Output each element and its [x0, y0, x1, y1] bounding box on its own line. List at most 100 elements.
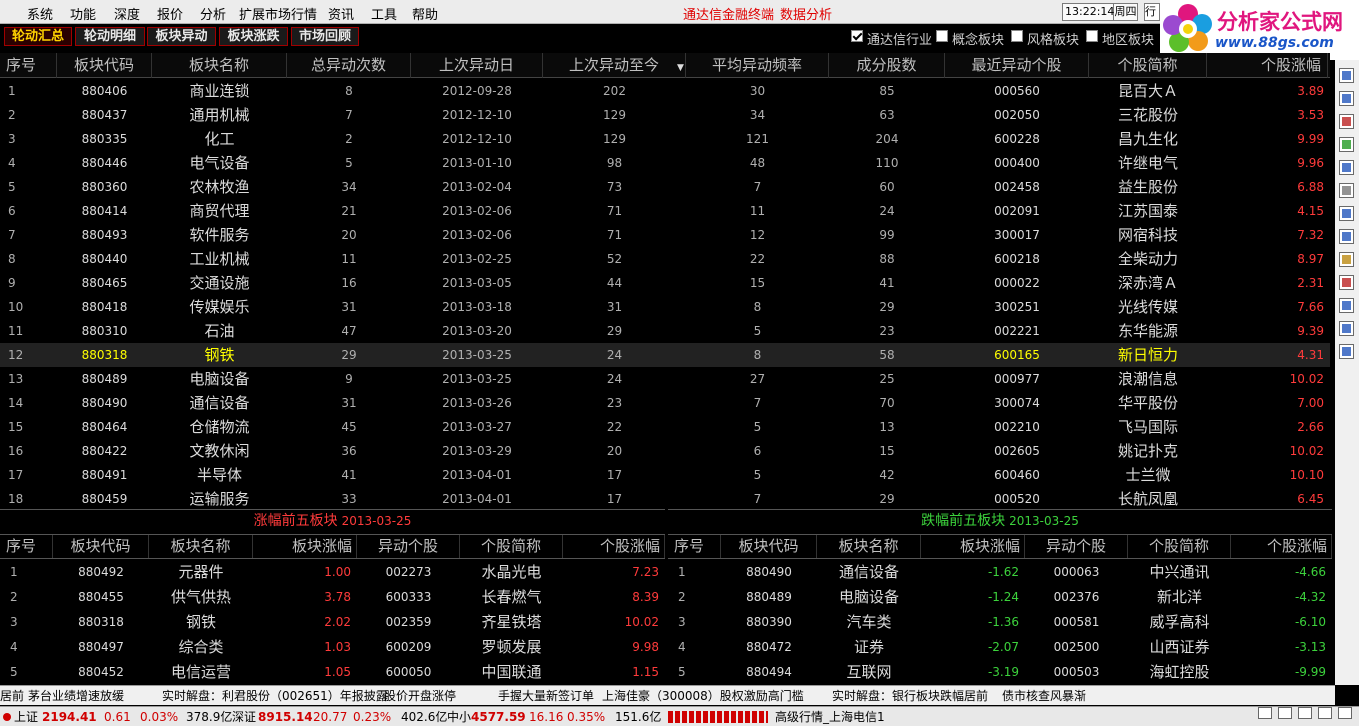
column-header-9[interactable]: 个股简称	[1089, 53, 1207, 78]
window-icon[interactable]	[1338, 707, 1352, 719]
column-header-0[interactable]: 序号	[0, 53, 57, 78]
table-row[interactable]: 17 880491 半导体 41 2013-04-01 17 5 42 600460 士兰微 10.…	[0, 463, 1330, 487]
down_panel-column-header-0[interactable]: 序号	[668, 535, 721, 558]
down_panel-row[interactable]: 4 880472 证券 -2.07 002500 山西证券 -3.13	[668, 635, 1332, 660]
menu-item-7[interactable]: 工具	[371, 4, 397, 23]
checkbox-label-3[interactable]: 地区板块	[1102, 29, 1154, 48]
toolbar-calendar-icon[interactable]	[1339, 275, 1354, 290]
tab-0[interactable]: 轮动汇总	[4, 27, 72, 46]
down_panel-row[interactable]: 1 880490 通信设备 -1.62 000063 中兴通讯 -4.66	[668, 560, 1332, 585]
tab-2[interactable]: 板块异动	[147, 27, 216, 46]
checkbox-3[interactable]	[1086, 30, 1098, 42]
menu-item-3[interactable]: 报价	[157, 4, 183, 23]
toolbar-f10-icon[interactable]	[1339, 229, 1354, 244]
column-header-6[interactable]: 平均异动频率	[686, 53, 829, 78]
table-row[interactable]: 6 880414 商贸代理 21 2013-02-06 71 11 24 002091 江苏国泰 4…	[0, 199, 1330, 223]
column-header-7[interactable]: 成分股数	[829, 53, 945, 78]
toolbar-bar-chart-icon[interactable]	[1339, 68, 1354, 83]
table-row[interactable]: 11 880310 石油 47 2013-03-20 29 5 23 002221 东华能源 9.3…	[0, 319, 1330, 343]
column-header-5[interactable]: 上次异动至今	[543, 53, 686, 78]
ticker-item-0[interactable]: 居前	[0, 686, 24, 705]
checkbox-label-1[interactable]: 概念板块	[952, 29, 1004, 48]
menu-item-6[interactable]: 资讯	[328, 4, 354, 23]
mail-icon[interactable]	[1258, 707, 1272, 719]
toolbar-window-icon[interactable]	[1339, 183, 1354, 198]
column-header-8[interactable]: 最近异动个股	[945, 53, 1089, 78]
checkbox-label-0[interactable]: 通达信行业	[867, 29, 932, 48]
toolbar-table-icon[interactable]	[1339, 160, 1354, 175]
up_panel-column-header-4[interactable]: 异动个股	[357, 535, 460, 558]
quote-button[interactable]: 行	[1144, 3, 1160, 21]
table-row[interactable]: 10 880418 传媒娱乐 31 2013-03-18 31 8 29 300251 光线传媒 7…	[0, 295, 1330, 319]
up_panel-column-header-0[interactable]: 序号	[0, 535, 53, 558]
user-icon[interactable]	[1298, 707, 1312, 719]
menu-item-5[interactable]: 扩展市场行情	[239, 4, 317, 23]
ticker-item-1[interactable]: 茅台业绩增速放缓	[28, 686, 124, 705]
table-row[interactable]: 5 880360 农林牧渔 34 2013-02-04 73 7 60 002458 益生股份 6.…	[0, 175, 1330, 199]
column-header-4[interactable]: 上次异动日	[411, 53, 543, 78]
table-row[interactable]: 18 880459 运输服务 33 2013-04-01 17 7 29 000520 长航凤凰 6…	[0, 487, 1330, 511]
msg-icon[interactable]	[1278, 707, 1292, 719]
lock-icon[interactable]	[1318, 707, 1332, 719]
menu-item-2[interactable]: 深度	[114, 4, 140, 23]
toolbar-list-icon[interactable]	[1339, 91, 1354, 106]
up_panel-column-header-2[interactable]: 板块名称	[149, 535, 253, 558]
up_panel-row[interactable]: 1 880492 元器件 1.00 002273 水晶光电 7.23	[0, 560, 665, 585]
down_panel-row[interactable]: 2 880489 电脑设备 -1.24 002376 新北洋 -4.32	[668, 585, 1332, 610]
table-row[interactable]: 8 880440 工业机械 11 2013-02-25 52 22 88 600218 全柴动力 8…	[0, 247, 1330, 271]
up_panel-column-header-1[interactable]: 板块代码	[53, 535, 149, 558]
column-header-10[interactable]: 个股涨幅	[1207, 53, 1328, 78]
menu-item-1[interactable]: 功能	[70, 4, 96, 23]
menu-item-4[interactable]: 分析	[200, 4, 226, 23]
table-row[interactable]: 3 880335 化工 2 2012-12-10 129 121 204 600228 昌九生化 9…	[0, 127, 1330, 151]
table-row[interactable]: 4 880446 电气设备 5 2013-01-10 98 48 110 000400 许继电气 9…	[0, 151, 1330, 175]
toolbar-list-icon[interactable]	[1339, 206, 1354, 221]
down_panel-column-header-3[interactable]: 板块涨幅	[921, 535, 1025, 558]
ticker-item-3[interactable]: 股价开盘涨停	[384, 686, 456, 705]
down_panel-column-header-1[interactable]: 板块代码	[721, 535, 817, 558]
table-row[interactable]: 9 880465 交通设施 16 2013-03-05 44 15 41 000022 深赤湾Ａ 2…	[0, 271, 1330, 295]
down_panel-column-header-6[interactable]: 个股涨幅	[1231, 535, 1332, 558]
menu-item-8[interactable]: 帮助	[412, 4, 438, 23]
table-row[interactable]: 14 880490 通信设备 31 2013-03-26 23 7 70 300074 华平股份 7…	[0, 391, 1330, 415]
tab-1[interactable]: 轮动明细	[75, 27, 145, 46]
down_panel-column-header-4[interactable]: 异动个股	[1025, 535, 1128, 558]
up_panel-column-header-3[interactable]: 板块涨幅	[253, 535, 357, 558]
up_panel-row[interactable]: 4 880497 综合类 1.03 600209 罗顿发展 9.98	[0, 635, 665, 660]
table-row[interactable]: 12 880318 钢铁 29 2013-03-25 24 8 58 600165 新日恒力 4.3…	[0, 343, 1330, 367]
menu-item-0[interactable]: 系统	[27, 4, 53, 23]
tab-4[interactable]: 市场回顾	[291, 27, 359, 46]
column-header-2[interactable]: 板块名称	[152, 53, 287, 78]
table-row[interactable]: 1 880406 商业连锁 8 2012-09-28 202 30 85 000560 昆百大Ａ 3…	[0, 79, 1330, 103]
sort-desc-icon[interactable]: ▼	[677, 64, 684, 73]
toolbar-line-chart-icon[interactable]	[1339, 114, 1354, 129]
checkbox-1[interactable]	[936, 30, 948, 42]
up_panel-column-header-5[interactable]: 个股简称	[460, 535, 563, 558]
down_panel-row[interactable]: 5 880494 互联网 -3.19 000503 海虹控股 -9.99	[668, 660, 1332, 685]
column-header-1[interactable]: 板块代码	[57, 53, 152, 78]
up_panel-row[interactable]: 5 880452 电信运营 1.05 600050 中国联通 1.15	[0, 660, 665, 685]
toolbar-kline-icon[interactable]	[1339, 137, 1354, 152]
toolbar-formula-icon[interactable]	[1339, 321, 1354, 336]
checkbox-2[interactable]	[1011, 30, 1023, 42]
table-row[interactable]: 7 880493 软件服务 20 2013-02-06 71 12 99 300017 网宿科技 7…	[0, 223, 1330, 247]
data-analysis-link[interactable]: 数据分析	[780, 4, 832, 23]
table-row[interactable]: 16 880422 文教休闲 36 2013-03-29 20 6 15 002605 姚记扑克 1…	[0, 439, 1330, 463]
table-row[interactable]: 13 880489 电脑设备 9 2013-03-25 24 27 25 000977 浪潮信息 1…	[0, 367, 1330, 391]
table-row[interactable]: 15 880464 仓储物流 45 2013-03-27 22 5 13 002210 飞马国际 2…	[0, 415, 1330, 439]
table-row[interactable]: 2 880437 通用机械 7 2012-12-10 129 34 63 002050 三花股份 3…	[0, 103, 1330, 127]
status-feed[interactable]: 高级行情_上海电信1	[775, 707, 885, 726]
ticker-item-7[interactable]: 债市核查风暴渐	[1002, 686, 1086, 705]
ticker-item-4[interactable]: 手握大量新签订单	[498, 686, 594, 705]
ticker-item-5[interactable]: 上海佳豪（300008）股权激励高门槛	[602, 686, 804, 705]
column-header-3[interactable]: 总异动次数	[287, 53, 411, 78]
down_panel-row[interactable]: 3 880390 汽车类 -1.36 000581 威孚高科 -6.10	[668, 610, 1332, 635]
up_panel-column-header-6[interactable]: 个股涨幅	[563, 535, 665, 558]
down_panel-column-header-2[interactable]: 板块名称	[817, 535, 921, 558]
ticker-item-2[interactable]: 实时解盘：利君股份（002651）年报披露	[162, 686, 388, 705]
toolbar-search-icon[interactable]	[1339, 344, 1354, 359]
down_panel-column-header-5[interactable]: 个股简称	[1128, 535, 1231, 558]
tab-3[interactable]: 板块涨跌	[219, 27, 288, 46]
up_panel-row[interactable]: 2 880455 供气供热 3.78 600333 长春燃气 8.39	[0, 585, 665, 610]
checkbox-label-2[interactable]: 风格板块	[1027, 29, 1079, 48]
